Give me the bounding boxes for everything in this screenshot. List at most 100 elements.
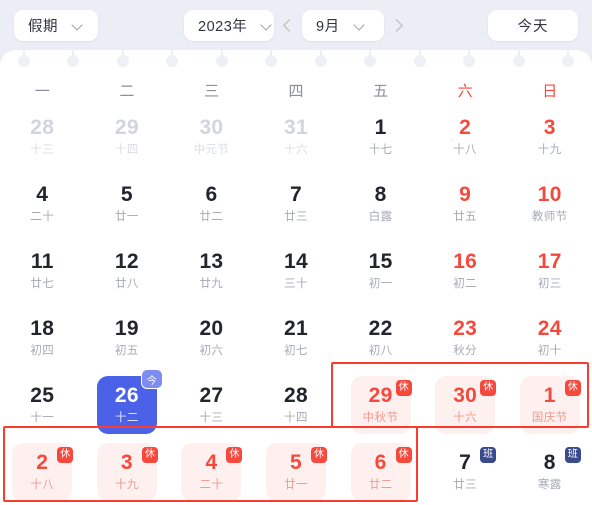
calendar-day-cell[interactable]: 20 初六 [169, 309, 254, 376]
day-lunar-label: 初六 [199, 345, 224, 358]
day-number: 24 [537, 317, 562, 341]
day-cell-inner: 8 寒露 班 [520, 443, 581, 501]
day-number: 27 [199, 384, 224, 408]
calendar-day-cell[interactable]: 4 二十 休 [169, 443, 254, 505]
day-number: 17 [537, 250, 562, 274]
day-cell-inner: 29 十四 [97, 108, 157, 166]
calendar-day-cell[interactable]: 28 十三 [0, 108, 85, 175]
day-number: 1 [543, 384, 556, 408]
calendar-day-cell[interactable]: 18 初四 [0, 309, 85, 376]
day-number: 6 [205, 183, 218, 207]
calendar-day-cell[interactable]: 4 二十 [0, 175, 85, 242]
day-lunar-label: 十三 [199, 412, 224, 425]
calendar-day-cell[interactable]: 31 十六 [254, 108, 339, 175]
day-lunar-label: 廿二 [199, 211, 224, 224]
calendar-day-cell[interactable]: 1 十七 [338, 108, 423, 175]
calendar-pin-decorations [0, 50, 592, 72]
day-cell-inner: 28 十三 [12, 108, 72, 166]
day-cell-inner: 19 初五 [97, 309, 157, 367]
weekday-header-1: 二 [119, 82, 135, 100]
day-cell-inner: 18 初四 [12, 309, 72, 367]
month-select[interactable]: 9月 [302, 9, 384, 41]
calendar-day-cell[interactable]: 16 初二 [423, 242, 508, 309]
rest-day-badge: 休 [141, 447, 158, 463]
day-lunar-label: 十二 [114, 412, 139, 425]
calendar-day-cell[interactable]: 7 廿三 [254, 175, 339, 242]
day-lunar-label: 廿二 [368, 479, 393, 492]
calendar-day-cell[interactable]: 2 十八 [423, 108, 508, 175]
day-cell-inner: 26 十二 今 [96, 369, 163, 434]
day-lunar-label: 十一 [30, 412, 55, 425]
day-cell-inner: 5 廿一 休 [266, 443, 328, 501]
day-lunar-label: 廿一 [114, 211, 139, 224]
day-number: 7 [290, 183, 302, 207]
calendar-day-cell[interactable]: 19 初五 [85, 309, 170, 376]
year-select[interactable]: 2023年 [184, 9, 274, 41]
calendar-day-cell[interactable]: 25 十一 [0, 376, 85, 443]
day-lunar-label: 廿七 [30, 278, 55, 291]
calendar-day-cell[interactable]: 6 廿二 [169, 175, 254, 242]
day-cell-inner: 14 三十 [266, 242, 326, 300]
calendar-day-cell[interactable]: 8 寒露 班 [507, 443, 592, 505]
day-lunar-label: 十八 [30, 479, 55, 492]
calendar-day-cell[interactable]: 29 中秋节 休 [338, 376, 423, 443]
weekday-header-5: 六 [457, 82, 473, 100]
calendar-day-cell[interactable]: 29 十四 [85, 108, 170, 175]
calendar-day-cell[interactable]: 22 初八 [338, 309, 423, 376]
calendar-card: 一二三四五六日 28 十三 29 十四 30 中元节 31 十六 1 十七 2 十八 3 十九 4 二十 5 廿一… [0, 50, 592, 505]
calendar-day-cell[interactable]: 24 初十 [507, 309, 592, 376]
calendar-day-cell[interactable]: 30 中元节 [169, 108, 254, 175]
calendar-day-cell[interactable]: 8 白露 [338, 175, 423, 242]
calendar-day-cell[interactable]: 27 十三 [169, 376, 254, 443]
calendar-day-cell[interactable]: 7 廿三 班 [423, 443, 508, 505]
calendar-day-cell[interactable]: 13 廿九 [169, 242, 254, 309]
next-month-button[interactable] [384, 10, 412, 40]
calendar-day-cell[interactable]: 14 三十 [254, 242, 339, 309]
calendar-day-cell[interactable]: 28 十四 [254, 376, 339, 443]
day-lunar-label: 十六 [453, 412, 478, 425]
calendar-day-cell[interactable]: 30 十六 休 [423, 376, 508, 443]
month-value: 9月 [316, 18, 340, 35]
day-number: 31 [284, 116, 308, 140]
day-lunar-label: 中秋节 [362, 412, 399, 425]
today-button[interactable]: 今天 [488, 9, 578, 41]
day-cell-inner: 9 廿五 [435, 175, 495, 233]
calendar-day-cell[interactable]: 5 廿一 [85, 175, 170, 242]
calendar-day-cell[interactable]: 12 廿八 [85, 242, 170, 309]
day-cell-inner: 1 十七 [351, 108, 411, 166]
prev-month-button[interactable] [274, 10, 302, 40]
calendar-day-cell[interactable]: 15 初一 [338, 242, 423, 309]
calendar-day-cell[interactable]: 9 廿五 [423, 175, 508, 242]
calendar-day-cell[interactable]: 2 十八 休 [0, 443, 85, 505]
calendar-day-cell[interactable]: 3 十九 休 [85, 443, 170, 505]
weekday-header-6: 日 [542, 82, 558, 100]
day-cell-inner: 5 廿一 [97, 175, 157, 233]
day-number: 20 [199, 317, 224, 341]
day-number: 30 [199, 116, 224, 140]
day-cell-inner: 11 廿七 [12, 242, 72, 300]
calendar-day-cell[interactable]: 6 廿二 休 [338, 443, 423, 505]
calendar-day-cell[interactable]: 5 廿一 休 [254, 443, 339, 505]
day-cell-inner: 21 初七 [266, 309, 326, 367]
calendar-day-cell[interactable]: 26 十二 今 [85, 369, 170, 443]
calendar-day-cell[interactable]: 3 十九 [507, 108, 592, 175]
calendar-day-cell[interactable]: 23 秋分 [423, 309, 508, 376]
calendar-day-cell[interactable]: 21 初七 [254, 309, 339, 376]
day-number: 5 [120, 183, 133, 207]
weekday-header-0: 一 [34, 82, 50, 100]
calendar-day-cell[interactable]: 17 初三 [507, 242, 592, 309]
chevron-down-icon [354, 20, 365, 31]
day-cell-inner: 7 廿三 班 [435, 443, 497, 501]
day-number: 11 [30, 250, 54, 274]
calendar-week-row: 28 十三 29 十四 30 中元节 31 十六 1 十七 2 十八 3 十九 [0, 108, 592, 175]
calendar-day-cell[interactable]: 1 国庆节 休 [507, 376, 592, 443]
day-lunar-label: 寒露 [537, 479, 562, 492]
today-badge: 今 [140, 369, 163, 389]
day-number: 8 [374, 183, 387, 207]
day-lunar-label: 白露 [368, 211, 393, 224]
calendar-day-cell[interactable]: 11 廿七 [0, 242, 85, 309]
day-lunar-label: 十七 [368, 144, 393, 157]
calendar-day-cell[interactable]: 10 教师节 [507, 175, 592, 242]
holiday-type-select[interactable]: 假期 [14, 9, 98, 41]
day-lunar-label: 教师节 [531, 211, 568, 224]
